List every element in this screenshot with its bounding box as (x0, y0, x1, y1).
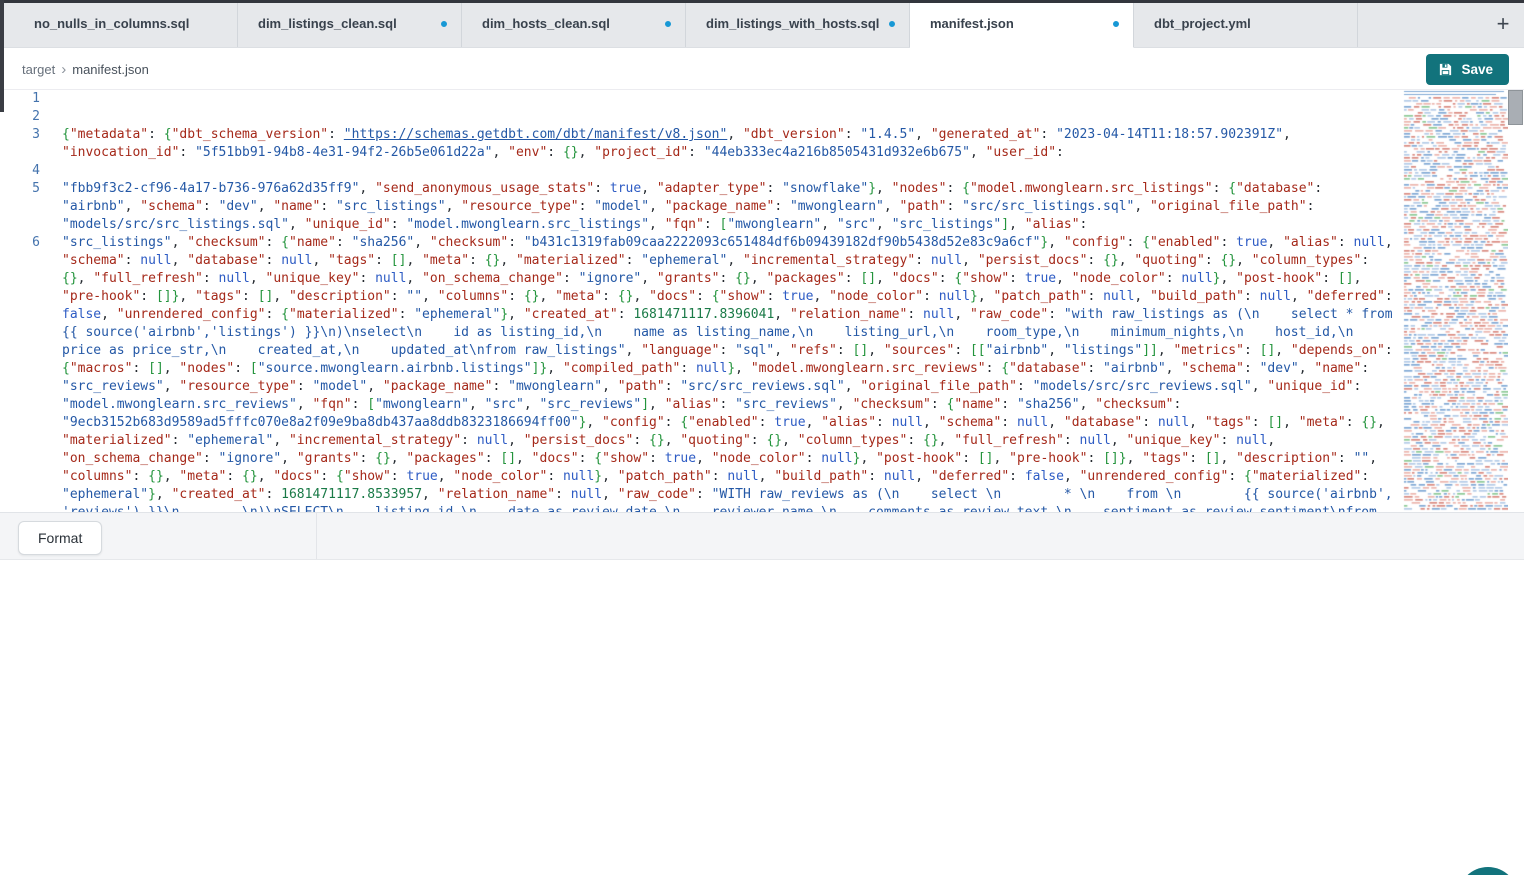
tab-label: manifest.json (930, 16, 1014, 31)
tab-label: dim_hosts_clean.sql (482, 16, 610, 31)
minimap[interactable] (1402, 90, 1508, 512)
tab-label: dim_listings_with_hosts.sql (706, 16, 879, 31)
plus-icon: + (1497, 11, 1510, 36)
save-label: Save (1461, 62, 1493, 77)
code-line-text (62, 108, 1402, 126)
chevron-right-icon: › (61, 61, 66, 78)
tab-label: dbt_project.yml (1154, 16, 1251, 31)
tab-label: dim_listings_clean.sql (258, 16, 397, 31)
code-area[interactable]: 1 2 3 {"metadata": {"dbt_schema_version"… (0, 90, 1402, 512)
code-line-text: {"metadata": {"dbt_schema_version": "htt… (62, 126, 1402, 162)
breadcrumb: target › manifest.json (22, 61, 149, 78)
tab-dbt-project-yml[interactable]: dbt_project.yml (1134, 0, 1358, 47)
tab-dim-hosts-clean-sql[interactable]: dim_hosts_clean.sql (462, 0, 686, 47)
results-panel (0, 559, 1524, 875)
tab-manifest-json[interactable]: manifest.json (910, 0, 1134, 48)
floppy-disk-icon (1438, 62, 1453, 77)
tab-dim-listings-clean-sql[interactable]: dim_listings_clean.sql (238, 0, 462, 47)
code-line[interactable]: 5 "fbb9f3c2-cf96-4a17-b736-976a62d35ff9"… (0, 180, 1402, 234)
tab-label: no_nulls_in_columns.sql (34, 16, 189, 31)
code-line[interactable]: 1 (0, 90, 1402, 108)
line-number: 1 (0, 90, 62, 108)
window-left-edge (0, 0, 4, 112)
tab-bar: no_nulls_in_columns.sql dim_listings_cle… (0, 0, 1524, 48)
new-tab-button[interactable]: + (1490, 11, 1516, 37)
breadcrumb-file: manifest.json (72, 62, 149, 77)
code-line-text: "fbb9f3c2-cf96-4a17-b736-976a62d35ff9", … (62, 180, 1402, 234)
breadcrumb-bar: target › manifest.json Save (0, 48, 1524, 90)
unsaved-indicator-dot (441, 21, 447, 27)
line-number: 3 (0, 126, 62, 144)
unsaved-indicator-dot (889, 21, 895, 27)
code-line-text (62, 162, 1402, 180)
scrollbar-thumb[interactable] (1508, 90, 1523, 125)
tab-no-nulls-in-columns-sql[interactable]: no_nulls_in_columns.sql (14, 0, 238, 47)
tab-strip: no_nulls_in_columns.sql dim_listings_cle… (14, 0, 1358, 47)
app-root: no_nulls_in_columns.sql dim_listings_cle… (0, 0, 1524, 875)
footer-divider (316, 513, 317, 560)
code-editor[interactable]: 1 2 3 {"metadata": {"dbt_schema_version"… (0, 90, 1524, 512)
code-line-text (62, 90, 1402, 108)
line-number: 6 (0, 234, 62, 252)
save-button[interactable]: Save (1426, 54, 1509, 85)
code-line[interactable]: 3 {"metadata": {"dbt_schema_version": "h… (0, 126, 1402, 162)
line-number: 5 (0, 180, 62, 198)
window-top-edge (0, 0, 1524, 3)
unsaved-indicator-dot (1113, 21, 1119, 27)
tab-dim-listings-with-hosts-sql[interactable]: dim_listings_with_hosts.sql (686, 0, 910, 47)
line-number: 4 (0, 162, 62, 180)
line-number: 2 (0, 108, 62, 126)
editor-footer-bar: Format (0, 512, 1524, 559)
breadcrumb-folder: target (22, 62, 55, 77)
code-line-text: "src_listings", "checksum": {"name": "sh… (62, 234, 1402, 512)
format-button[interactable]: Format (18, 521, 102, 555)
code-line[interactable]: 6 "src_listings", "checksum": {"name": "… (0, 234, 1402, 512)
code-line[interactable]: 4 (0, 162, 1402, 180)
code-line[interactable]: 2 (0, 108, 1402, 126)
unsaved-indicator-dot (665, 21, 671, 27)
